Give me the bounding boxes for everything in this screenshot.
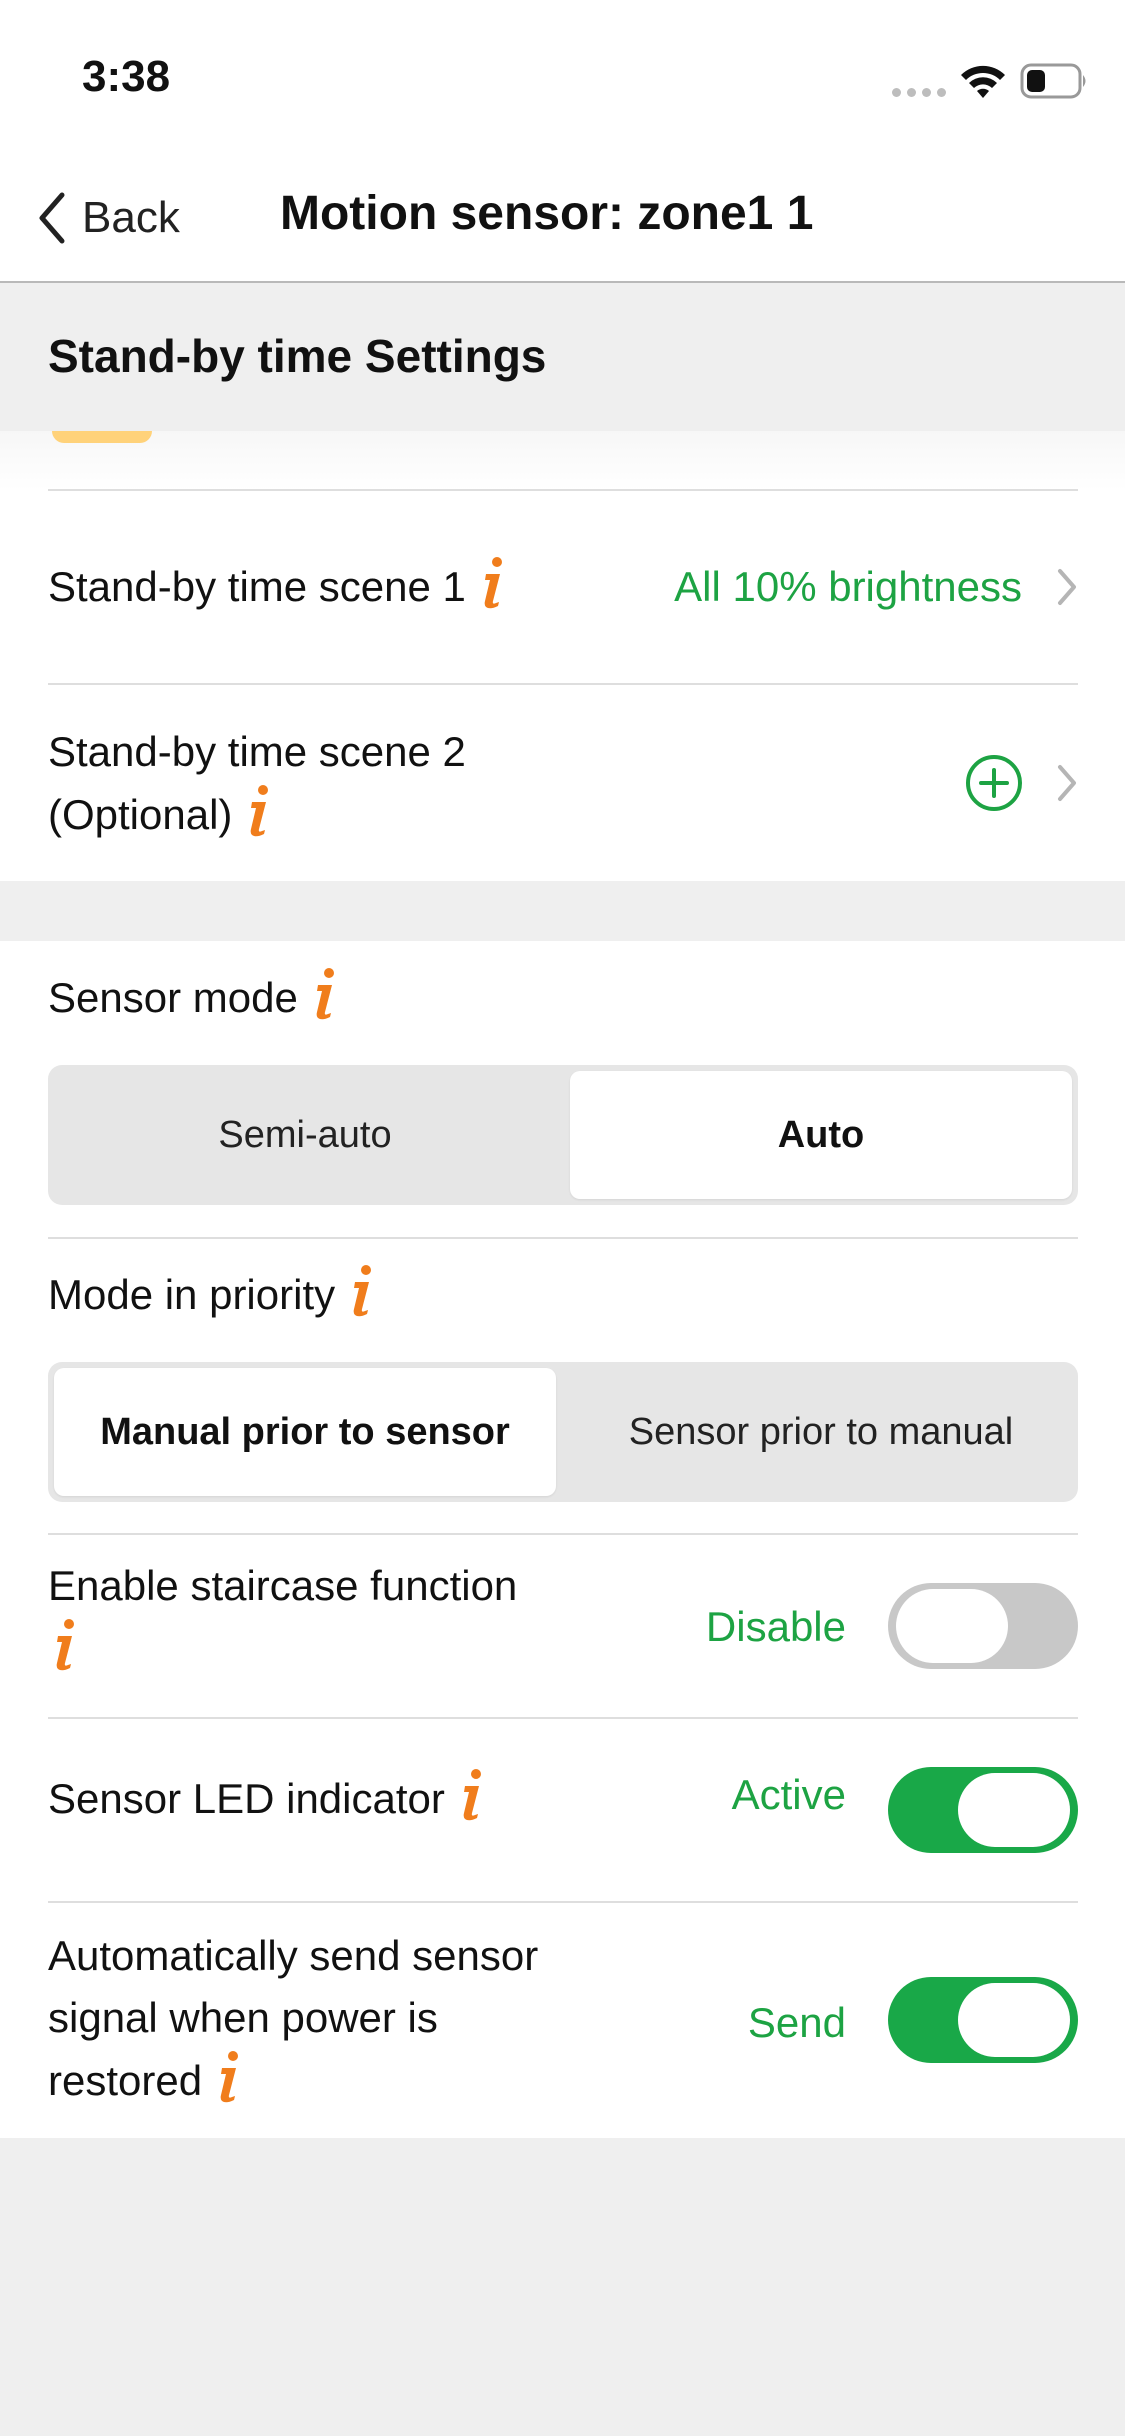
back-chevron-icon bbox=[39, 192, 65, 244]
mode-priority-segmented-control: Manual prior to sensor Sensor prior to m… bbox=[48, 1362, 1078, 1502]
priority-option-sensor[interactable]: Sensor prior to manual bbox=[570, 1368, 1072, 1496]
info-icon[interactable] bbox=[212, 2049, 244, 2103]
staircase-row: Enable staircase function Disable bbox=[48, 1535, 1078, 1717]
staircase-status: Disable bbox=[705, 1603, 846, 1650]
divider bbox=[48, 1237, 1078, 1239]
add-circle-icon[interactable] bbox=[964, 753, 1024, 813]
power-restore-status: Send bbox=[747, 1999, 846, 2046]
status-bar: 3:38 bbox=[0, 0, 1125, 150]
mode-priority-label: Mode in priority bbox=[48, 1263, 377, 1326]
standby-scene-1-value: All 10% brightness bbox=[674, 563, 1022, 610]
info-icon[interactable] bbox=[48, 1617, 80, 1671]
staircase-toggle[interactable] bbox=[888, 1583, 1078, 1669]
navigation-bar: Back Motion sensor: zone1 1 bbox=[0, 150, 1125, 283]
info-icon[interactable] bbox=[455, 1767, 487, 1821]
led-indicator-row: Sensor LED indicator Active bbox=[48, 1719, 1078, 1901]
led-indicator-status: Active bbox=[731, 1771, 846, 1818]
chevron-right-icon bbox=[1058, 765, 1076, 801]
sensor-mode-option-auto[interactable]: Auto bbox=[570, 1071, 1072, 1199]
back-button[interactable]: Back bbox=[36, 188, 180, 248]
info-icon[interactable] bbox=[308, 966, 340, 1020]
standby-scene-2-label: Stand-by time scene 2 (Optional) bbox=[48, 728, 466, 838]
back-label: Back bbox=[82, 193, 180, 242]
staircase-label: Enable staircase function bbox=[48, 1555, 517, 1680]
sensor-mode-segmented-control: Semi-auto Auto bbox=[48, 1065, 1078, 1205]
standby-scene-2-row[interactable]: Stand-by time scene 2 (Optional) bbox=[48, 685, 1078, 881]
wifi-icon bbox=[961, 65, 1005, 98]
cellular-signal-icon bbox=[892, 88, 946, 97]
sensor-settings-card: Sensor mode Semi-auto Auto Mode in prior… bbox=[0, 941, 1125, 2138]
priority-option-manual[interactable]: Manual prior to sensor bbox=[54, 1368, 556, 1496]
toggle-knob bbox=[958, 1773, 1070, 1847]
led-indicator-label: Sensor LED indicator bbox=[48, 1767, 487, 1830]
standby-scene-1-label: Stand-by time scene 1 bbox=[48, 555, 508, 618]
standby-scenes-card: Stand-by time scene 1 All 10% brightness… bbox=[0, 431, 1125, 881]
sensor-mode-label: Sensor mode bbox=[48, 966, 340, 1029]
sensor-mode-option-semi-auto[interactable]: Semi-auto bbox=[54, 1071, 556, 1199]
section-title: Stand-by time Settings bbox=[48, 330, 547, 382]
toggle-knob bbox=[896, 1589, 1008, 1663]
info-icon[interactable] bbox=[345, 1263, 377, 1317]
info-icon[interactable] bbox=[476, 555, 508, 609]
power-restore-toggle[interactable] bbox=[888, 1977, 1078, 2063]
page-title: Motion sensor: zone1 1 bbox=[280, 187, 814, 240]
status-time: 3:38 bbox=[82, 52, 171, 101]
scrolled-item-remnant bbox=[52, 431, 152, 443]
led-indicator-toggle[interactable] bbox=[888, 1767, 1078, 1853]
standby-scene-1-row[interactable]: Stand-by time scene 1 All 10% brightness bbox=[48, 489, 1078, 683]
power-restore-row: Automatically send sensor signal when po… bbox=[48, 1903, 1078, 2138]
info-icon[interactable] bbox=[242, 783, 274, 837]
section-header: Stand-by time Settings bbox=[0, 283, 1125, 431]
battery-icon bbox=[1020, 63, 1086, 99]
power-restore-label: Automatically send sensor signal when po… bbox=[48, 1932, 539, 2104]
toggle-knob bbox=[958, 1983, 1070, 2057]
chevron-right-icon bbox=[1058, 569, 1076, 605]
